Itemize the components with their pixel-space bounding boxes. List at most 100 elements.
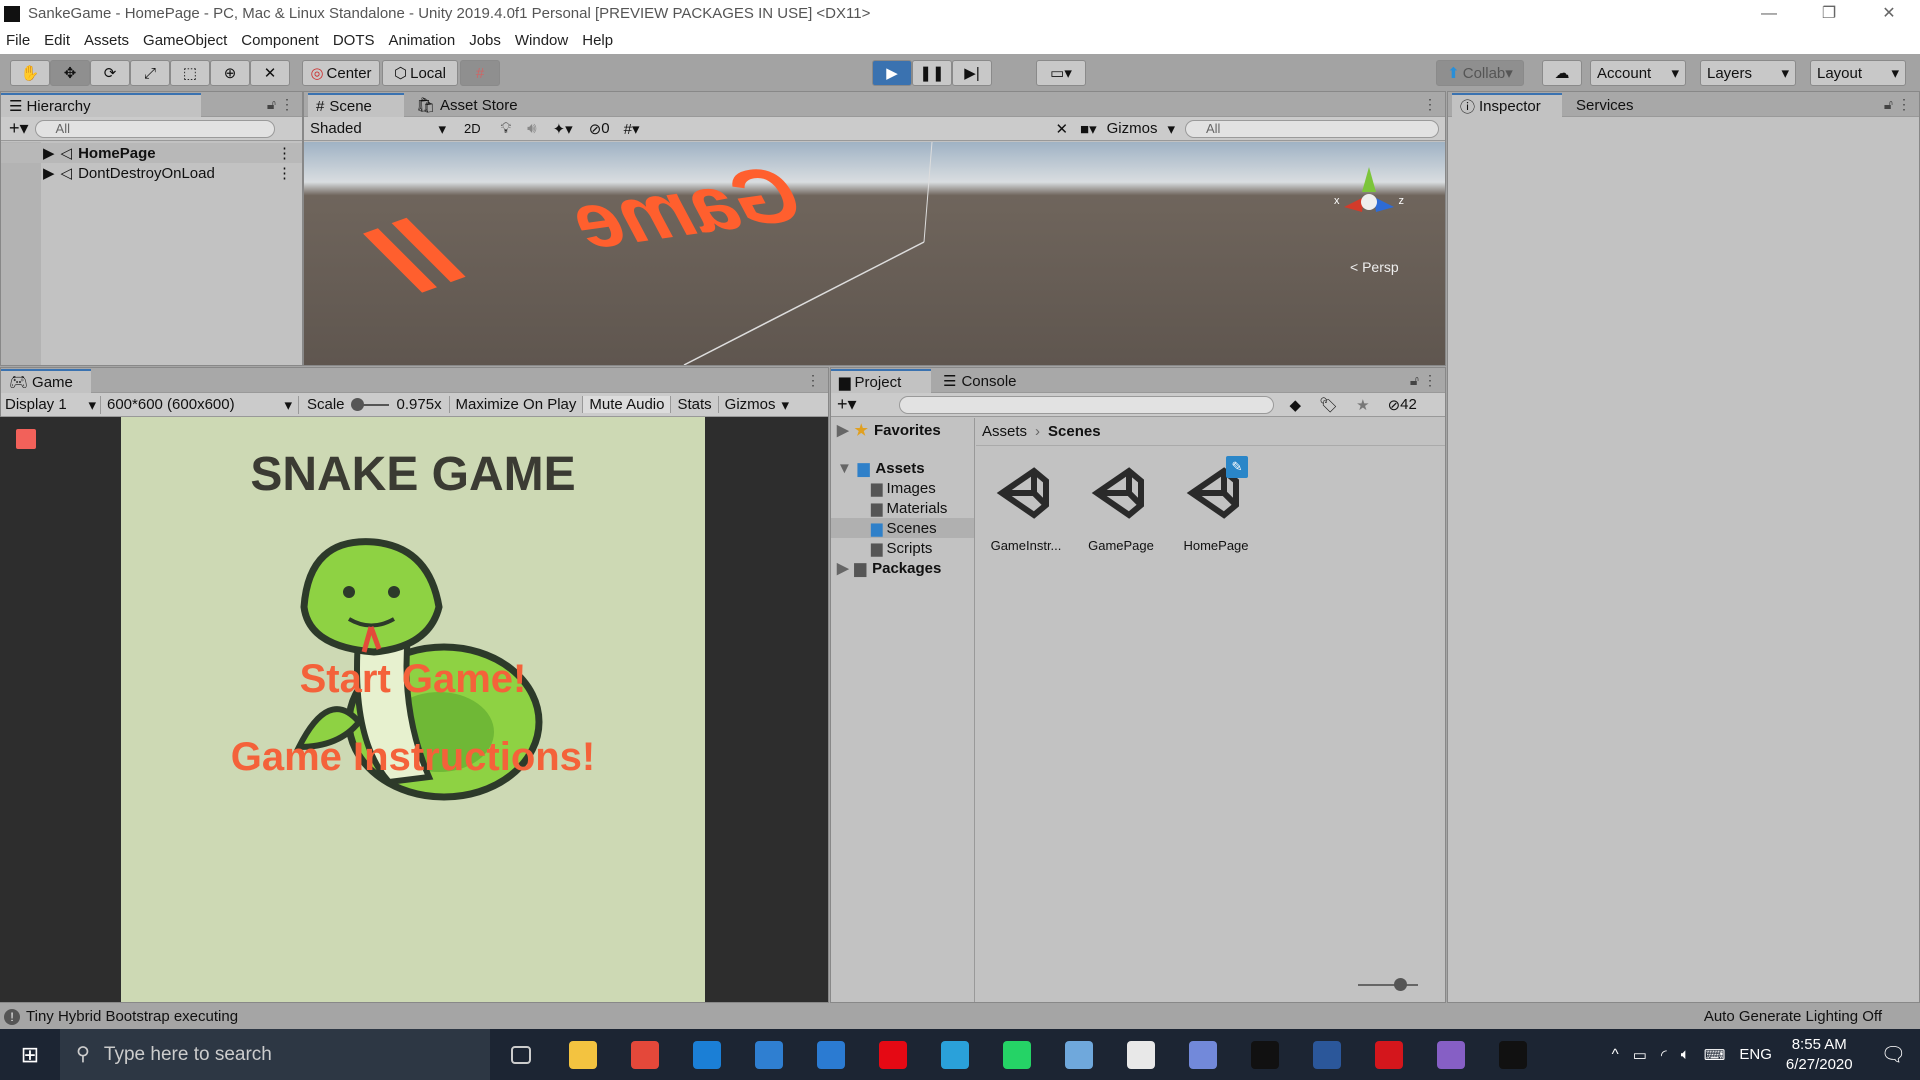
scene-asset[interactable]: GamePage bbox=[1076, 461, 1166, 553]
scale-slider[interactable] bbox=[350, 397, 389, 411]
scale-tool-icon[interactable]: ⤢ bbox=[130, 60, 170, 86]
menu-dots[interactable]: DOTS bbox=[333, 32, 375, 49]
layers-dropdown[interactable]: Layers ▾ bbox=[1700, 60, 1796, 86]
more-menu-icon[interactable]: ⋮ bbox=[277, 164, 292, 182]
chrome-icon[interactable] bbox=[614, 1029, 676, 1080]
shading-dropdown[interactable]: Shaded ▾ bbox=[304, 120, 452, 138]
account-dropdown[interactable]: Account ▾ bbox=[1590, 60, 1686, 86]
tree-folder[interactable]: ▆ Images bbox=[831, 478, 974, 498]
game-instructions-button[interactable]: Game Instructions! bbox=[121, 735, 705, 780]
breadcrumb-scenes[interactable]: Scenes bbox=[1048, 423, 1101, 440]
more-menu-icon[interactable]: ⋮ bbox=[280, 96, 294, 113]
menu-window[interactable]: Window bbox=[515, 32, 568, 49]
gizmos-dropdown-icon[interactable]: ▾ bbox=[782, 396, 790, 414]
windows-start-icon[interactable]: ⊞ bbox=[0, 1029, 60, 1080]
tools-icon[interactable]: ✕ bbox=[1055, 120, 1068, 138]
resolution-dropdown[interactable]: 600*600 (600x600) ▾ bbox=[101, 395, 299, 414]
hidden-packages-icon[interactable]: ⊘ bbox=[1388, 396, 1401, 414]
visual-studio-icon[interactable] bbox=[1420, 1029, 1482, 1080]
acrobat-icon[interactable] bbox=[1358, 1029, 1420, 1080]
maximize-on-play-toggle[interactable]: Maximize On Play bbox=[448, 396, 584, 413]
gizmos-button[interactable]: Gizmos bbox=[1107, 120, 1158, 137]
pause-button[interactable]: ❚❚ bbox=[912, 60, 952, 86]
notifications-icon[interactable]: 🗨︎ bbox=[1881, 1042, 1906, 1067]
scene-asset[interactable]: GameInstr... bbox=[981, 461, 1071, 553]
more-menu-icon[interactable]: ⋮ bbox=[277, 144, 292, 162]
start-game-button[interactable]: Start Game! bbox=[121, 657, 705, 702]
task-view-icon[interactable] bbox=[490, 1029, 552, 1080]
icon-size-slider[interactable] bbox=[1358, 978, 1418, 991]
python-icon[interactable] bbox=[1110, 1029, 1172, 1080]
effects-icon[interactable]: ✦▾ bbox=[553, 120, 573, 138]
rotate-tool-icon[interactable]: ⟳ bbox=[90, 60, 130, 86]
taskbar-search-box[interactable]: ⚲ Type here to search bbox=[60, 1029, 490, 1080]
tab-asset-store[interactable]: 🛍︎ Asset Store bbox=[408, 93, 526, 117]
more-menu-icon[interactable]: ⋮ bbox=[806, 372, 820, 389]
more-menu-icon[interactable]: ⋮ bbox=[1423, 96, 1437, 113]
lighting-icon[interactable]: 💡︎ bbox=[501, 120, 512, 137]
gizmos-dropdown-icon[interactable]: ▾ bbox=[1167, 120, 1175, 138]
layout-dropdown[interactable]: Layout ▾ bbox=[1810, 60, 1906, 86]
tab-hierarchy[interactable]: ☰ Hierarchy bbox=[1, 93, 201, 117]
discord-icon[interactable] bbox=[1172, 1029, 1234, 1080]
chevron-up-icon[interactable]: ^ bbox=[1612, 1046, 1619, 1063]
tree-folder-selected[interactable]: ▆ Scenes bbox=[831, 518, 974, 538]
device-simulator-icon[interactable]: ▭▾ bbox=[1036, 60, 1086, 86]
search-by-label-icon[interactable]: 🏷︎ bbox=[1319, 396, 1338, 414]
tab-scene[interactable]: # Scene bbox=[308, 93, 404, 117]
unity-icon[interactable] bbox=[1482, 1029, 1544, 1080]
transform-tool-icon[interactable]: ⊕ bbox=[210, 60, 250, 86]
toggle-2d-button[interactable]: 2D bbox=[464, 121, 481, 136]
clock[interactable]: 8:55 AM 6/27/2020 bbox=[1786, 1035, 1853, 1075]
restore-button[interactable]: ❐ bbox=[1800, 0, 1858, 27]
whatsapp-icon[interactable] bbox=[986, 1029, 1048, 1080]
add-icon[interactable]: +▾ bbox=[9, 118, 29, 139]
tree-assets[interactable]: ▼ ▆ Assets bbox=[831, 458, 974, 478]
lock-icon[interactable]: 🔓︎ bbox=[267, 96, 276, 113]
tree-favorites[interactable]: ▶ ★ Favorites bbox=[831, 420, 974, 440]
stats-toggle[interactable]: Stats bbox=[671, 396, 719, 413]
battery-icon[interactable]: ▭ bbox=[1633, 1046, 1647, 1064]
step-button[interactable]: ▶| bbox=[952, 60, 992, 86]
snap-grid-icon[interactable]: # bbox=[460, 60, 500, 86]
hierarchy-item[interactable]: ▶ ◁ HomePage ⋮ bbox=[1, 143, 302, 163]
menu-edit[interactable]: Edit bbox=[44, 32, 70, 49]
expand-arrow-icon[interactable]: ▶ bbox=[43, 164, 55, 182]
expand-arrow-icon[interactable]: ▼ bbox=[837, 460, 852, 477]
wifi-icon[interactable]: ◜ bbox=[1661, 1046, 1667, 1064]
menu-assets[interactable]: Assets bbox=[84, 32, 129, 49]
scene-asset[interactable]: HomePage ✎ bbox=[1171, 456, 1261, 553]
paint-icon[interactable] bbox=[1048, 1029, 1110, 1080]
menu-file[interactable]: File bbox=[6, 32, 30, 49]
lock-icon[interactable]: 🔓︎ bbox=[1884, 96, 1893, 113]
unity-hub-icon[interactable] bbox=[1234, 1029, 1296, 1080]
word-icon[interactable] bbox=[1296, 1029, 1358, 1080]
more-menu-icon[interactable]: ⋮ bbox=[1423, 372, 1437, 389]
move-tool-icon[interactable]: ✥ bbox=[50, 60, 90, 86]
grid-snap-icon[interactable]: #▾ bbox=[624, 120, 640, 138]
hierarchy-search-input[interactable]: All bbox=[34, 119, 275, 138]
tree-folder[interactable]: ▆ Scripts bbox=[831, 538, 974, 558]
scene-search-input[interactable]: All bbox=[1185, 119, 1439, 138]
scene-gizmo-axes[interactable]: x z bbox=[1334, 167, 1404, 227]
favorite-star-icon[interactable]: ★ bbox=[1356, 396, 1369, 414]
play-button[interactable]: ▶ bbox=[872, 60, 912, 86]
cloud-icon[interactable]: ☁ bbox=[1542, 60, 1582, 86]
custom-tool-icon[interactable]: ✕ bbox=[250, 60, 290, 86]
add-icon[interactable]: +▾ bbox=[837, 394, 857, 415]
menu-gameobject[interactable]: GameObject bbox=[143, 32, 227, 49]
status-message[interactable]: Tiny Hybrid Bootstrap executing bbox=[26, 1008, 238, 1025]
collab-button[interactable]: ⬆ Collab ▾ bbox=[1436, 60, 1524, 86]
more-menu-icon[interactable]: ⋮ bbox=[1897, 96, 1911, 113]
tab-project[interactable]: ▆ Project bbox=[831, 369, 931, 393]
pivot-local-button[interactable]: ⬡ Local bbox=[382, 60, 458, 86]
scene-view[interactable]: Game II x z < Persp bbox=[304, 142, 1445, 365]
hand-tool-icon[interactable]: ✋ bbox=[10, 60, 50, 86]
netflix-icon[interactable] bbox=[862, 1029, 924, 1080]
minimize-button[interactable]: — bbox=[1740, 0, 1798, 27]
mail-icon[interactable] bbox=[800, 1029, 862, 1080]
keyboard-icon[interactable]: ⌨ bbox=[1704, 1046, 1726, 1064]
close-button[interactable]: ✕ bbox=[1860, 0, 1918, 27]
store-icon[interactable] bbox=[738, 1029, 800, 1080]
lock-icon[interactable]: 🔓︎ bbox=[1410, 372, 1419, 389]
